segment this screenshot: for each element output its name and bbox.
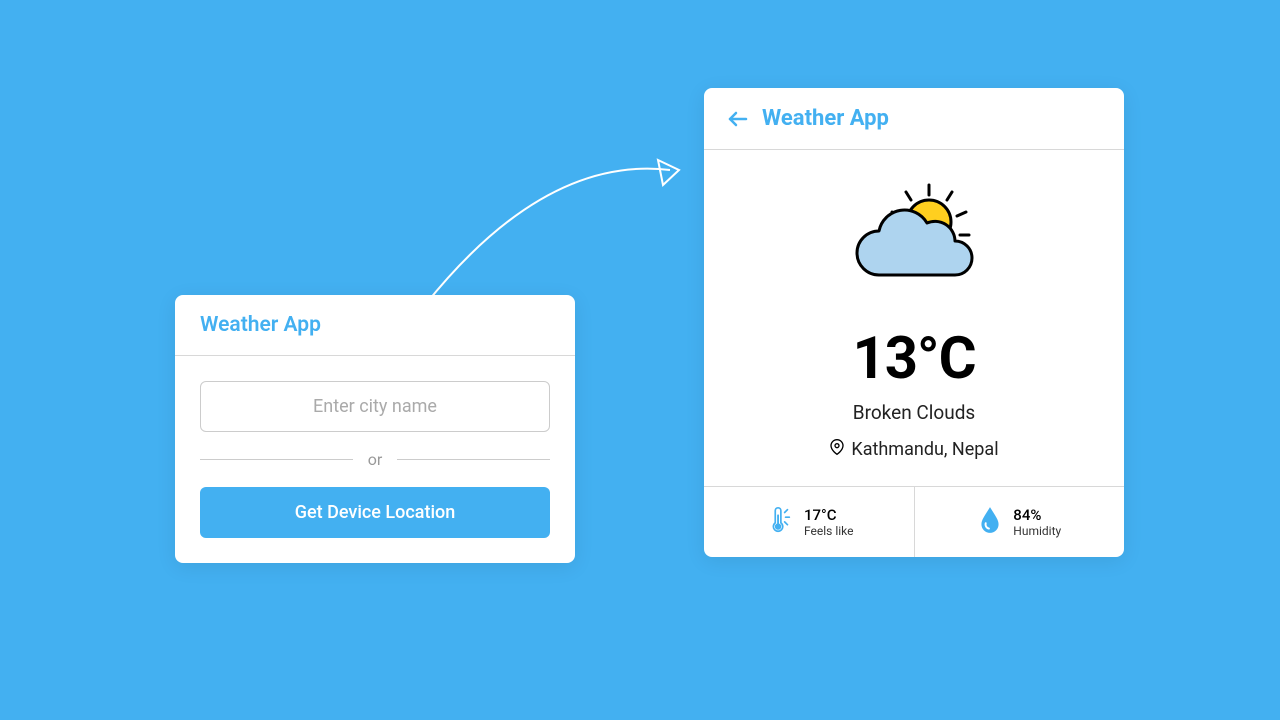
result-card-header: Weather App xyxy=(704,88,1124,150)
weather-condition-text: Broken Clouds xyxy=(729,401,1099,424)
location-row: Kathmandu, Nepal xyxy=(729,438,1099,461)
feels-like-stat: 17°C Feels like xyxy=(704,487,915,557)
humidity-value: 84% xyxy=(1013,506,1061,524)
input-card-header: Weather App xyxy=(175,295,575,356)
weather-condition-icon xyxy=(729,180,1099,305)
input-card-title: Weather App xyxy=(200,313,550,337)
separator: or xyxy=(200,450,550,469)
humidity-label: Humidity xyxy=(1013,524,1061,538)
result-card-footer: 17°C Feels like 84% Humidity xyxy=(704,486,1124,557)
connector-arrow-icon xyxy=(415,115,695,315)
feels-like-value: 17°C xyxy=(804,506,854,524)
humidity-stat: 84% Humidity xyxy=(915,487,1125,557)
result-card-title: Weather App xyxy=(762,106,889,131)
feels-like-label: Feels like xyxy=(804,524,854,538)
location-text: Kathmandu, Nepal xyxy=(851,439,998,460)
result-card-body: 13°C Broken Clouds Kathmandu, Nepal xyxy=(704,150,1124,486)
temperature-value: 13°C xyxy=(729,325,1099,393)
location-pin-icon xyxy=(829,438,845,461)
weather-input-card: Weather App or Get Device Location xyxy=(175,295,575,563)
city-name-input[interactable] xyxy=(200,381,550,432)
get-location-button[interactable]: Get Device Location xyxy=(200,487,550,538)
humidity-droplet-icon xyxy=(977,505,1003,539)
weather-result-card: Weather App 13°C Broken Clouds xyxy=(704,88,1124,557)
thermometer-icon xyxy=(764,505,794,539)
separator-text: or xyxy=(353,450,398,469)
input-card-body: or Get Device Location xyxy=(175,356,575,563)
back-arrow-icon[interactable] xyxy=(726,107,750,131)
